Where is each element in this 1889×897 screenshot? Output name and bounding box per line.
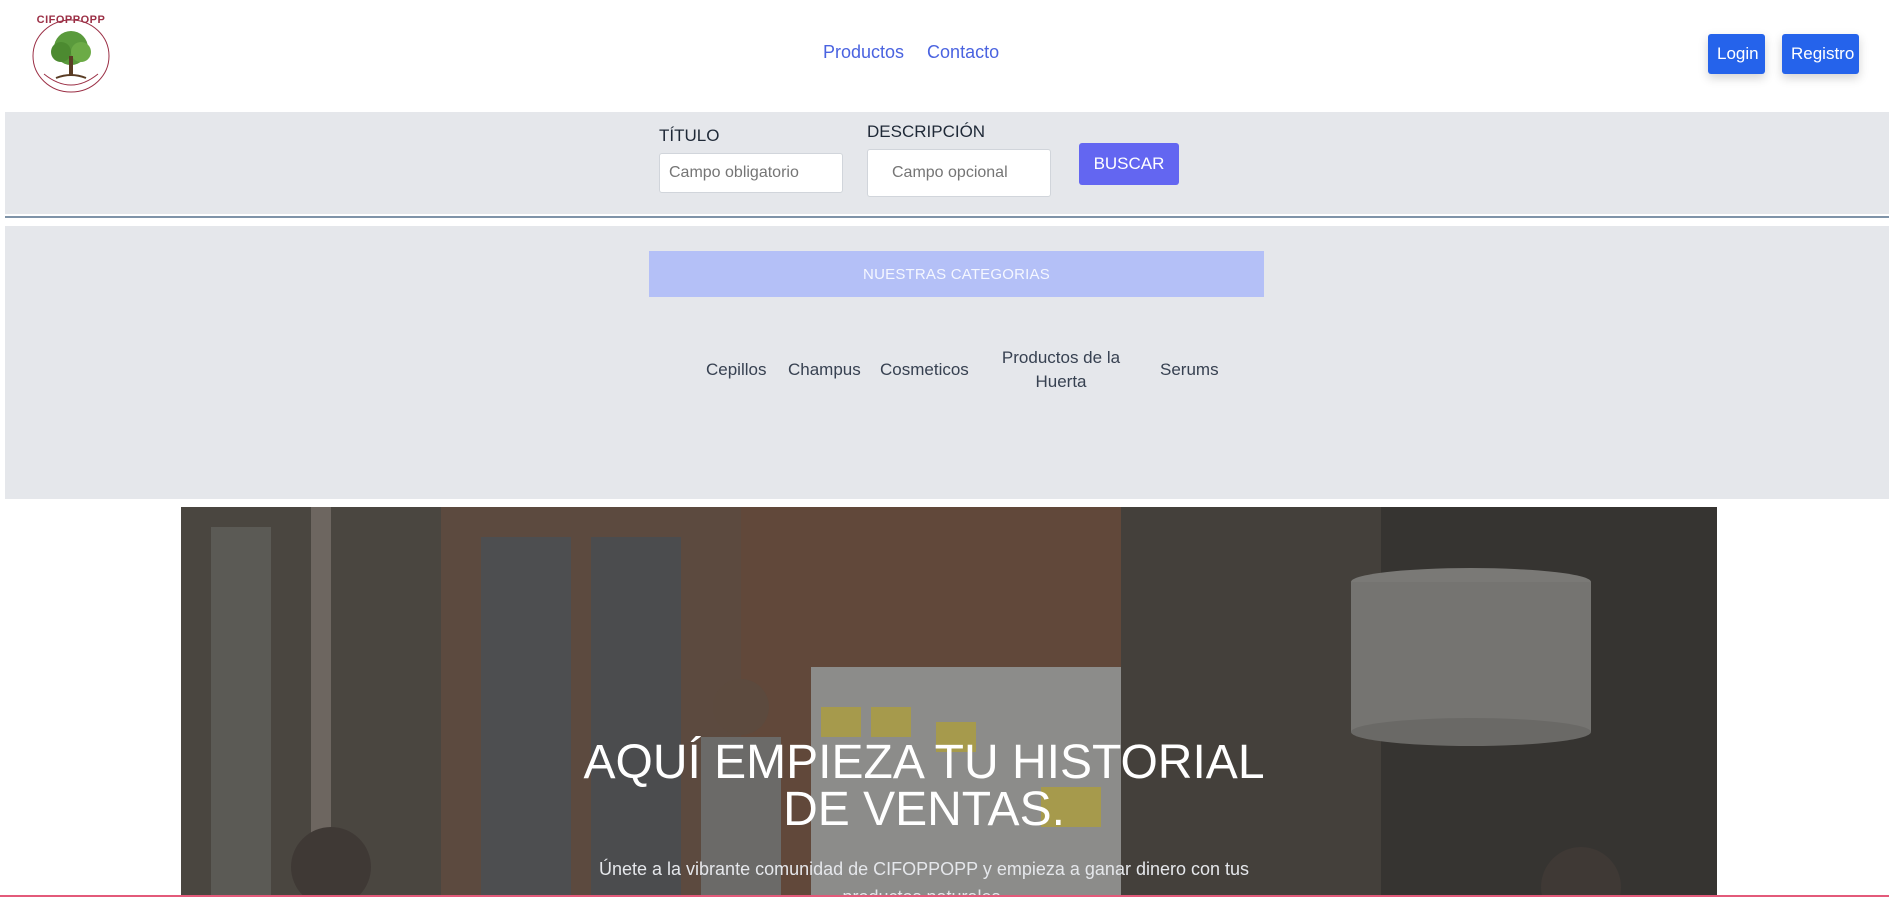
category-cepillos[interactable]: Cepillos (706, 358, 766, 382)
hero-title-line-1: AQUÍ EMPIEZA TU HISTORIAL (583, 736, 1265, 789)
hero-subtitle: Únete a la vibrante comunidad de CIFOPPO… (181, 855, 1667, 897)
logo-text: CIFOPPOPP (36, 14, 106, 26)
hero-background-image (181, 507, 1717, 897)
registro-button[interactable]: Registro (1782, 34, 1859, 74)
brand-logo[interactable]: CIFOPPOPP (28, 14, 114, 94)
hero-subtitle-line-1: Únete a la vibrante comunidad de CIFOPPO… (598, 859, 1250, 879)
hero-title: AQUÍ EMPIEZA TU HISTORIAL DE VENTAS. (181, 736, 1667, 836)
nav-link-productos[interactable]: Productos (823, 42, 904, 63)
categories-header: NUESTRAS CATEGORIAS (649, 251, 1264, 297)
nav-link-contacto[interactable]: Contacto (927, 42, 999, 63)
hero-title-line-2: DE VENTAS. (783, 783, 1065, 836)
auth-buttons: Login Registro (1708, 34, 1859, 74)
description-field-label: DESCRIPCIÓN (867, 122, 986, 141)
hero-banner: AQUÍ EMPIEZA TU HISTORIAL DE VENTAS. Úne… (181, 507, 1717, 897)
category-productos-huerta[interactable]: Productos de la Huerta (996, 346, 1126, 394)
search-button[interactable]: BUSCAR (1079, 143, 1179, 185)
navbar: CIFOPPOPP Productos Contacto Login Regis… (0, 0, 1889, 112)
category-cosmeticos[interactable]: Cosmeticos (880, 358, 969, 382)
tree-logo-icon (32, 19, 110, 93)
divider (5, 216, 1889, 218)
description-search-input[interactable] (867, 149, 1051, 197)
title-field-label: TÍTULO (659, 126, 720, 145)
title-search-input[interactable] (659, 153, 843, 193)
login-button[interactable]: Login (1708, 34, 1765, 74)
category-champus[interactable]: Champus (788, 358, 861, 382)
category-serums[interactable]: Serums (1160, 358, 1219, 382)
main-nav: Productos Contacto (823, 42, 999, 63)
